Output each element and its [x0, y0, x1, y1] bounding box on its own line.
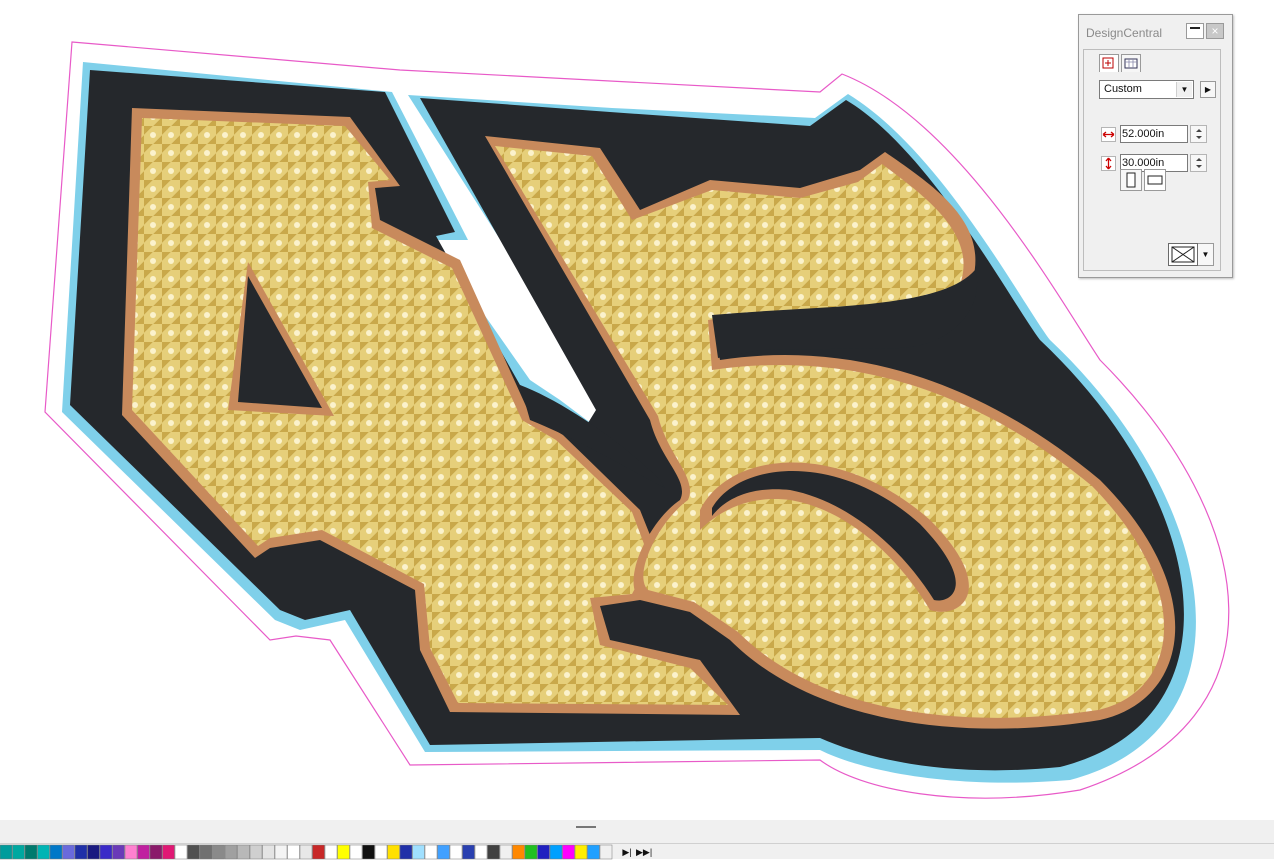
color-swatch[interactable]	[374, 844, 388, 860]
color-swatch[interactable]	[199, 844, 213, 860]
color-swatch[interactable]	[349, 844, 363, 860]
color-swatch[interactable]	[149, 844, 163, 860]
color-swatch[interactable]	[312, 844, 325, 860]
color-swatch[interactable]	[74, 844, 88, 860]
color-palette: ▶| ▶▶|	[0, 843, 1274, 860]
color-swatch[interactable]	[437, 844, 450, 860]
color-swatch[interactable]	[337, 844, 350, 860]
color-swatch[interactable]	[237, 844, 250, 860]
media-size-value: Custom	[1104, 83, 1142, 95]
color-swatch[interactable]	[99, 844, 113, 860]
chevron-down-icon[interactable]: ▼	[1176, 82, 1192, 97]
palette-end-icon[interactable]: ▶▶|	[636, 845, 652, 859]
tab-ruler-setup[interactable]	[1121, 54, 1141, 72]
width-stepper[interactable]	[1190, 125, 1207, 143]
width-field[interactable]: 52.000in	[1120, 125, 1188, 143]
media-fill-button[interactable]	[1168, 243, 1198, 266]
color-swatch[interactable]	[287, 844, 300, 860]
ruler-grid-icon	[1124, 58, 1138, 69]
color-swatch[interactable]	[162, 844, 175, 860]
color-swatch[interactable]	[262, 844, 275, 860]
color-swatch[interactable]	[474, 844, 488, 860]
color-swatch[interactable]	[399, 844, 413, 860]
color-swatch[interactable]	[12, 844, 25, 860]
color-swatch[interactable]	[124, 844, 138, 860]
color-swatch[interactable]	[574, 844, 588, 860]
color-swatch[interactable]	[112, 844, 125, 860]
panel-title: DesignCentral	[1086, 26, 1163, 40]
splitter-grip[interactable]	[576, 826, 596, 828]
height-dimension-icon	[1101, 156, 1116, 171]
color-swatch[interactable]	[37, 844, 50, 860]
color-swatch[interactable]	[549, 844, 563, 860]
color-swatch[interactable]	[87, 844, 100, 860]
color-swatch[interactable]	[137, 844, 150, 860]
page-setup-icon	[1102, 57, 1114, 69]
width-dimension-icon	[1101, 127, 1116, 142]
close-icon[interactable]: ×	[1206, 23, 1224, 39]
media-size-select[interactable]: Custom ▼	[1099, 80, 1194, 99]
color-swatch[interactable]	[599, 844, 613, 860]
color-swatch[interactable]	[587, 844, 600, 860]
color-swatch[interactable]	[187, 844, 200, 860]
color-swatch[interactable]	[212, 844, 225, 860]
design-central-panel: DesignCentral × Custom ▼ ▶ 52.000in 30.0…	[1078, 14, 1233, 278]
color-swatch[interactable]	[462, 844, 475, 860]
color-swatch[interactable]	[0, 844, 13, 860]
color-swatch[interactable]	[537, 844, 550, 860]
color-swatch[interactable]	[524, 844, 538, 860]
color-swatch[interactable]	[499, 844, 513, 860]
color-swatch[interactable]	[49, 844, 63, 860]
palette-next-icon[interactable]: ▶|	[622, 845, 632, 859]
minimize-icon[interactable]	[1186, 23, 1204, 39]
color-swatch[interactable]	[424, 844, 438, 860]
color-swatch[interactable]	[62, 844, 75, 860]
status-splitter	[0, 820, 1274, 843]
chevron-right-icon[interactable]: ▶	[1200, 81, 1216, 98]
color-swatch[interactable]	[274, 844, 288, 860]
color-swatch[interactable]	[487, 844, 500, 860]
landscape-icon	[1147, 175, 1163, 185]
height-stepper[interactable]	[1190, 154, 1207, 172]
color-swatch[interactable]	[387, 844, 400, 860]
color-swatch[interactable]	[299, 844, 313, 860]
color-swatch[interactable]	[362, 844, 375, 860]
color-swatch[interactable]	[512, 844, 525, 860]
no-fill-icon	[1171, 246, 1195, 263]
color-swatch[interactable]	[412, 844, 425, 860]
landscape-button[interactable]	[1144, 169, 1166, 191]
palette-swatches	[0, 844, 613, 860]
portrait-icon	[1126, 172, 1136, 188]
color-swatch[interactable]	[249, 844, 263, 860]
color-swatch[interactable]	[449, 844, 463, 860]
color-swatch[interactable]	[562, 844, 575, 860]
chevron-down-icon[interactable]: ▼	[1198, 243, 1214, 266]
tab-page-setup[interactable]	[1099, 54, 1119, 72]
color-swatch[interactable]	[224, 844, 238, 860]
panel-body: Custom ▼ ▶ 52.000in 30.000in ▼	[1083, 49, 1221, 271]
color-swatch[interactable]	[324, 844, 338, 860]
color-swatch[interactable]	[174, 844, 188, 860]
portrait-button[interactable]	[1120, 169, 1142, 191]
color-swatch[interactable]	[24, 844, 38, 860]
